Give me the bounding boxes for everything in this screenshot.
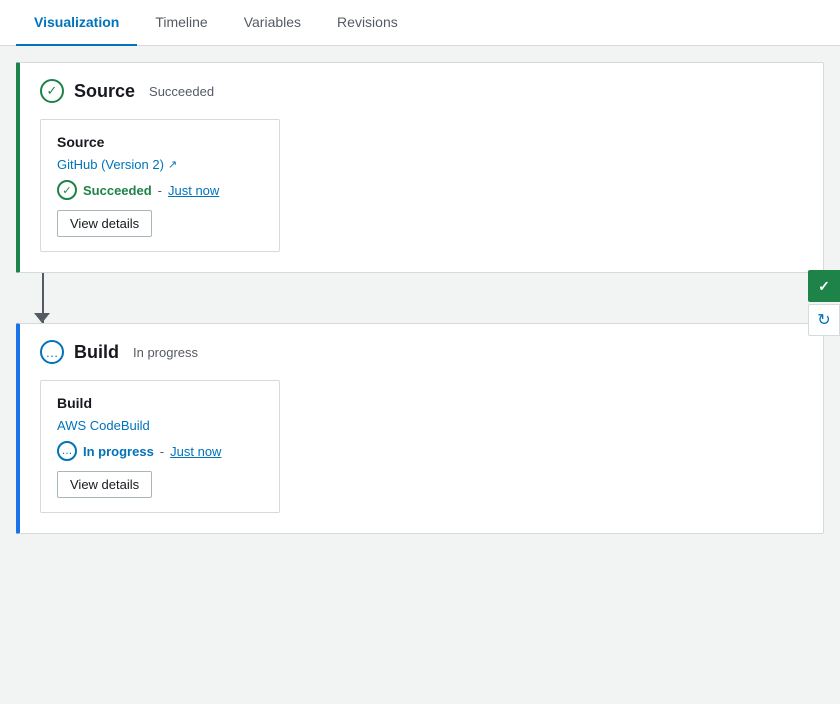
build-action-status-row: … In progress - Just now [57, 441, 263, 461]
source-action-link[interactable]: GitHub (Version 2) ↗ [57, 157, 177, 172]
build-action-time[interactable]: Just now [170, 444, 221, 459]
build-view-details-button[interactable]: View details [57, 471, 152, 498]
sidebar-success-icon: ✓ [818, 278, 830, 295]
source-stage-header: ✓ Source Succeeded [20, 63, 823, 115]
build-action-status-icon: … [57, 441, 77, 461]
arrow-head [34, 313, 50, 323]
source-stage-success-icon: ✓ [40, 79, 64, 103]
sidebar-refresh-icon: ↻ [817, 310, 830, 330]
source-stage-status: Succeeded [149, 84, 214, 99]
arrow-connector [16, 273, 824, 323]
sidebar-badges: ✓ ↻ [808, 270, 840, 336]
tab-bar: Visualization Timeline Variables Revisio… [0, 0, 840, 46]
build-action-separator: - [160, 444, 164, 459]
build-action-title: Build [57, 395, 263, 411]
source-action-title: Source [57, 134, 263, 150]
pipeline-content: ✓ Source Succeeded Source GitHub (Versio… [0, 46, 840, 550]
sidebar-badge-success[interactable]: ✓ [808, 270, 840, 302]
build-stage-progress-icon: … [40, 340, 64, 364]
source-stage-title: Source [74, 81, 135, 102]
build-action-link[interactable]: AWS CodeBuild [57, 418, 150, 433]
build-stage-header: … Build In progress [20, 324, 823, 376]
build-stage-status: In progress [133, 345, 198, 360]
source-stage-body: Source GitHub (Version 2) ↗ ✓ Succeeded … [20, 115, 823, 272]
source-action-time[interactable]: Just now [168, 183, 219, 198]
build-action-status-label: In progress [83, 444, 154, 459]
source-action-card: Source GitHub (Version 2) ↗ ✓ Succeeded … [40, 119, 280, 252]
tab-variables[interactable]: Variables [226, 0, 319, 46]
external-link-icon: ↗ [168, 158, 177, 171]
source-action-separator: - [158, 183, 162, 198]
tab-revisions[interactable]: Revisions [319, 0, 416, 46]
build-action-card: Build AWS CodeBuild … In progress - Just… [40, 380, 280, 513]
source-action-status-row: ✓ Succeeded - Just now [57, 180, 263, 200]
build-stage-card: … Build In progress Build AWS CodeBuild … [16, 323, 824, 534]
source-action-status-label: Succeeded [83, 183, 152, 198]
build-stage-body: Build AWS CodeBuild … In progress - Just… [20, 376, 823, 533]
source-stage-card: ✓ Source Succeeded Source GitHub (Versio… [16, 62, 824, 273]
tab-visualization[interactable]: Visualization [16, 0, 137, 46]
sidebar-badge-refresh[interactable]: ↻ [808, 304, 840, 336]
source-view-details-button[interactable]: View details [57, 210, 152, 237]
build-stage-title: Build [74, 342, 119, 363]
source-action-status-icon: ✓ [57, 180, 77, 200]
tab-timeline[interactable]: Timeline [137, 0, 225, 46]
